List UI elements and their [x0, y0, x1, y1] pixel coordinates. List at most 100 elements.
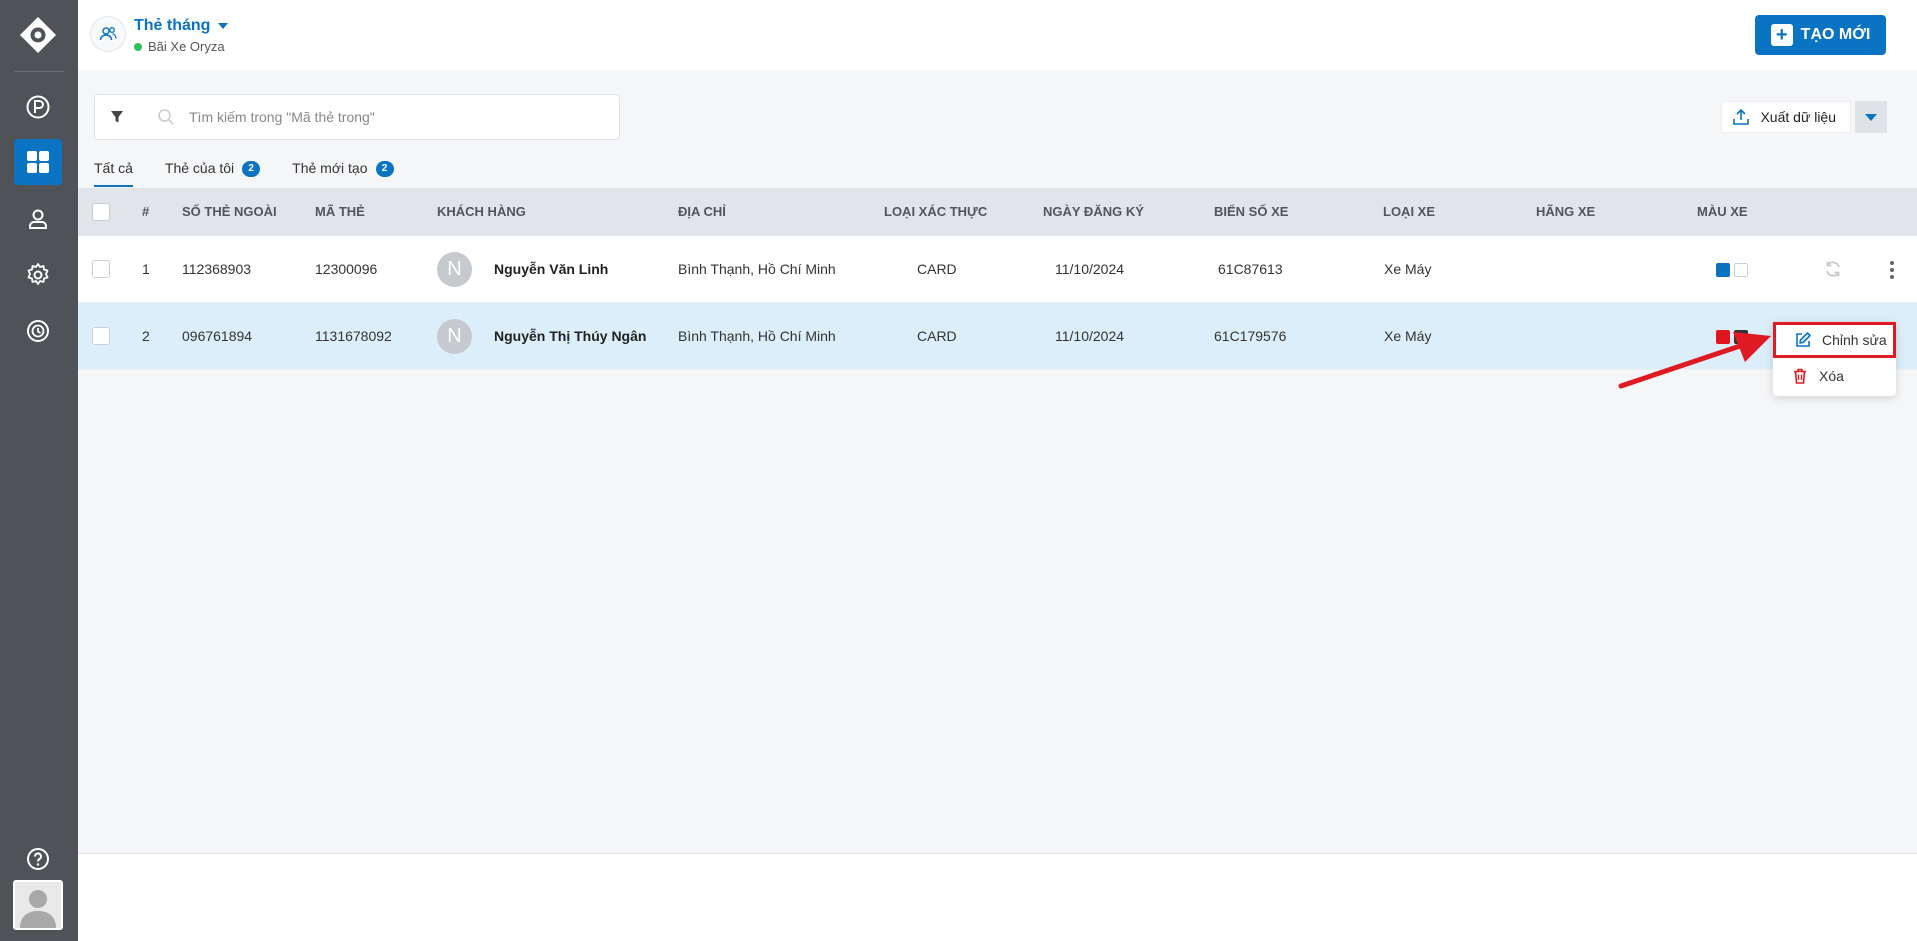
external-no-cell: 112368903: [182, 261, 252, 277]
row-checkbox[interactable]: [92, 260, 110, 278]
search-input[interactable]: [189, 109, 589, 125]
group-icon: [90, 16, 126, 52]
tab-all[interactable]: Tất cả: [94, 160, 133, 188]
column-header-plate[interactable]: BIỂN SỐ XE: [1214, 188, 1288, 236]
delete-menu-item[interactable]: Xóa: [1773, 358, 1896, 394]
footer-area: [78, 853, 1917, 941]
reg-date-cell: 11/10/2024: [1055, 328, 1125, 344]
row-context-menu: Chỉnh sửa Xóa: [1773, 322, 1896, 396]
parking-icon: [26, 95, 50, 119]
color-swatch: [1734, 263, 1748, 277]
sidebar-divider: [14, 71, 64, 72]
tab-my-cards[interactable]: Thẻ của tôi 2: [164, 160, 261, 188]
customer-avatar: N: [437, 319, 472, 354]
help-icon: [27, 848, 49, 870]
status-dot-icon: [134, 42, 142, 51]
column-header-color[interactable]: MÀU XE: [1697, 188, 1748, 236]
customer-avatar: N: [437, 252, 472, 287]
trash-icon: [1794, 368, 1806, 384]
auth-type-cell: CARD: [917, 261, 957, 277]
sync-icon: [1826, 261, 1840, 277]
sidebar-item-settings[interactable]: [14, 252, 62, 298]
sync-button[interactable]: [1823, 259, 1843, 284]
sidebar-item-dashboard[interactable]: [14, 139, 62, 185]
user-avatar[interactable]: [13, 880, 63, 930]
more-dot: [1890, 268, 1894, 272]
customer-cell: Nguyễn Văn Linh: [494, 261, 609, 277]
column-header-customer[interactable]: KHÁCH HÀNG: [437, 188, 526, 236]
parking-lot-name: Bãi Xe Oryza: [148, 39, 225, 54]
row-actions-button[interactable]: [1883, 256, 1901, 284]
sidebar-item-parking[interactable]: [14, 84, 62, 130]
count-badge: 2: [375, 161, 394, 177]
column-header-reg-date[interactable]: NGÀY ĐĂNG KÝ: [1043, 188, 1144, 236]
chevron-down-icon: [1865, 113, 1877, 121]
avatar-icon: [15, 882, 61, 928]
grid-icon: [27, 151, 49, 173]
search-box: [139, 94, 620, 140]
history-icon: [27, 320, 49, 342]
color-swatch: [1716, 263, 1730, 277]
tab-label: Tất cả: [94, 160, 133, 176]
select-all-checkbox[interactable]: [92, 203, 110, 221]
column-header-auth-type[interactable]: LOẠI XÁC THỰC: [884, 188, 987, 236]
logo-icon[interactable]: [19, 16, 57, 54]
create-button-label: TẠO MỚI: [1800, 26, 1871, 43]
auth-type-cell: CARD: [917, 328, 957, 344]
plate-cell: 61C179576: [1214, 328, 1287, 344]
table-row[interactable]: 1 112368903 12300096 N Nguyễn Văn Linh B…: [78, 236, 1917, 303]
row-index: 1: [142, 261, 150, 277]
header: Thẻ tháng Bãi Xe Oryza + TẠO MỚI: [78, 0, 1917, 70]
external-no-cell: 096761894: [182, 328, 253, 344]
export-label: Xuất dữ liệu: [1760, 109, 1836, 125]
tab-new-cards[interactable]: Thẻ mới tạo 2: [292, 160, 394, 188]
help-button[interactable]: [14, 836, 62, 882]
column-header-vehicle-type[interactable]: LOẠI XE: [1383, 188, 1435, 236]
filter-icon: [111, 111, 123, 123]
sidebar-item-users[interactable]: [14, 196, 62, 242]
edit-label: Chỉnh sửa: [1822, 332, 1887, 348]
parking-lot-status: Bãi Xe Oryza: [134, 39, 225, 54]
upload-icon: [1733, 108, 1750, 125]
sidebar: [0, 0, 78, 941]
count-badge: 2: [242, 161, 261, 177]
more-dot: [1890, 261, 1894, 265]
row-index: 2: [142, 328, 150, 344]
vehicle-type-cell: Xe Máy: [1384, 328, 1432, 344]
main-content: Xuất dữ liệu Tất cả Thẻ của tôi 2 Thẻ mớ…: [78, 70, 1917, 856]
search-icon: [158, 109, 174, 125]
edit-menu-item[interactable]: Chỉnh sửa: [1773, 322, 1896, 358]
export-dropdown-button[interactable]: [1855, 101, 1887, 133]
plus-icon: +: [1770, 24, 1793, 46]
tab-label: Thẻ mới tạo: [292, 160, 368, 176]
tab-label: Thẻ của tôi: [164, 160, 235, 176]
vehicle-type-cell: Xe Máy: [1384, 261, 1432, 277]
tab-bar: Tất cả Thẻ của tôi 2 Thẻ mới tạo 2: [94, 160, 394, 188]
address-cell: Bình Thạnh, Hồ Chí Minh: [678, 261, 836, 277]
table-header: # SỐ THẺ NGOÀI MÃ THẺ KHÁCH HÀNG ĐỊA CHỈ…: [78, 188, 1917, 236]
create-button[interactable]: + TẠO MỚI: [1755, 15, 1886, 55]
sidebar-item-history[interactable]: [14, 308, 62, 354]
edit-icon: [1796, 332, 1811, 347]
gear-icon: [27, 263, 49, 285]
annotation-arrow-icon: [1618, 332, 1771, 389]
column-header-card-code[interactable]: MÃ THẺ: [315, 188, 365, 236]
column-header-external-no[interactable]: SỐ THẺ NGOÀI: [182, 188, 277, 236]
user-icon: [29, 209, 47, 229]
export-button[interactable]: Xuất dữ liệu: [1721, 101, 1851, 133]
column-header-brand[interactable]: HÃNG XE: [1536, 188, 1595, 236]
title-dropdown-icon[interactable]: [218, 23, 228, 29]
export-group: Xuất dữ liệu: [1721, 101, 1887, 133]
card-code-cell: 1131678092: [315, 328, 392, 344]
page-title[interactable]: Thẻ tháng: [134, 17, 210, 35]
reg-date-cell: 11/10/2024: [1055, 261, 1125, 277]
row-checkbox[interactable]: [92, 327, 110, 345]
delete-label: Xóa: [1819, 368, 1844, 384]
customer-cell: Nguyễn Thị Thúy Ngân: [494, 328, 647, 344]
column-header-index: #: [142, 204, 150, 219]
plate-cell: 61C87613: [1218, 261, 1283, 277]
more-dot: [1890, 275, 1894, 279]
address-cell: Bình Thạnh, Hồ Chí Minh: [678, 328, 836, 344]
filter-button[interactable]: [94, 94, 140, 140]
column-header-address[interactable]: ĐỊA CHỈ: [678, 188, 726, 236]
